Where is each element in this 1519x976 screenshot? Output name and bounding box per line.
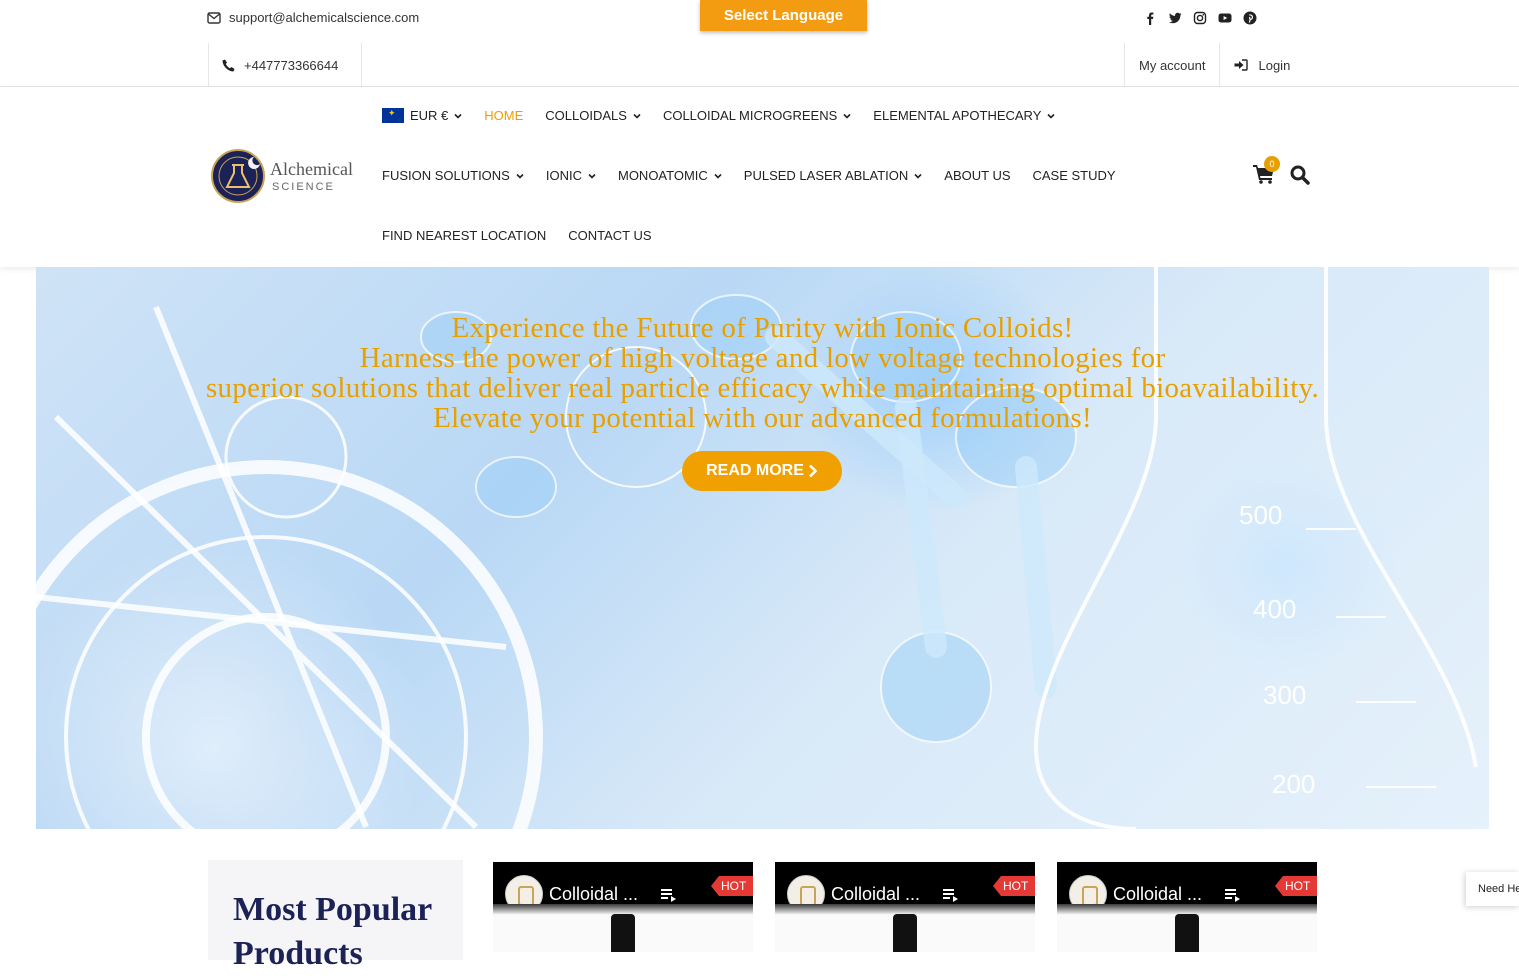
chevron-down-icon [633,113,641,119]
nav-about-us[interactable]: ABOUT US [944,168,1010,183]
logo-line2: SCIENCE [272,180,335,193]
nav-colloidals[interactable]: COLLOIDALS [545,108,641,123]
product-bottle-image [1175,914,1199,952]
sign-in-icon [1234,59,1249,71]
nav-label: COLLOIDALS [545,108,627,123]
social-links [1143,11,1257,25]
scale-label: 400 [1253,594,1297,624]
envelope-icon [207,11,221,24]
need-help-widget[interactable]: Need Help? [1466,872,1519,906]
playlist-icon [943,889,958,902]
search-icon [1290,165,1310,185]
video-title: Colloidal ... [831,884,921,904]
scale-label: 200 [1272,769,1316,799]
product-video-card[interactable]: Colloidal ... HOT [493,862,753,952]
nav-home[interactable]: HOME [484,108,523,123]
site-header: Alchemical SCIENCE EUR € HOME COLLOIDALS… [0,87,1519,267]
nav-pulsed-laser-ablation[interactable]: PULSED LASER ABLATION [744,168,923,183]
nav-case-study[interactable]: CASE STUDY [1033,168,1116,183]
chevron-right-icon [808,464,818,478]
hot-badge: HOT [711,876,753,896]
chevron-down-icon [588,173,596,179]
twitter-icon[interactable] [1168,11,1182,25]
nav-find-nearest-location[interactable]: FIND NEAREST LOCATION [382,228,546,243]
hot-badge: HOT [993,876,1035,896]
nav-label: MONOATOMIC [617,168,708,183]
playlist-icon [661,889,676,902]
chevron-down-icon [454,113,462,119]
logo-line1: Alchemical [270,158,353,179]
instagram-icon[interactable] [1193,11,1207,25]
section-heading: Most Popular Products [233,891,432,972]
video-title: Colloidal ... [549,884,639,904]
nav-label: IONIC [545,168,582,183]
eu-flag-icon [382,108,404,123]
youtube-icon[interactable] [1218,11,1232,25]
login-label: Login [1258,57,1291,73]
phone-text: +447773366644 [244,57,339,73]
most-popular-panel: Most Popular Products [208,860,463,972]
nav-colloidal-microgreens[interactable]: COLLOIDAL MICROGREENS [663,108,851,123]
nav-label: ABOUT US [944,168,1011,183]
main-nav-row-2: FUSION SOLUTIONS IONIC MONOATOMIC PULSED… [382,168,1138,183]
nav-ionic[interactable]: IONIC [546,168,596,183]
hero-headline: Experience the Future of Purity with Ion… [36,313,1489,433]
video-title: Colloidal ... [1113,884,1203,904]
nav-elemental-apothecary[interactable]: ELEMENTAL APOTHECARY [873,108,1055,123]
hero-banner: 500 400 300 200 Experience the Future of… [36,267,1489,829]
main-nav-row-3: FIND NEAREST LOCATION CONTACT US [382,228,674,243]
chevron-down-icon [914,173,922,179]
scale-label: 500 [1239,500,1283,530]
nav-monoatomic[interactable]: MONOATOMIC [618,168,722,183]
support-email-link[interactable]: support@alchemicalscience.com [207,10,419,25]
nav-label: HOME [484,108,524,123]
hero-line-1: Experience the Future of Purity with Ion… [451,312,1074,344]
chevron-down-icon [516,173,524,179]
nav-label: FIND NEAREST LOCATION [382,228,547,243]
top-bar: support@alchemicalscience.com +447773366… [0,0,1519,87]
login-link[interactable]: Login [1219,43,1306,87]
phone-link[interactable]: +447773366644 [208,43,362,87]
nav-label: CONTACT US [568,228,652,243]
nav-contact-us[interactable]: CONTACT US [568,228,651,243]
chevron-down-icon [714,173,722,179]
currency-switcher[interactable]: EUR € [382,108,462,123]
hero-line-2: Harness the power of high voltage and lo… [359,342,1166,374]
phone-icon [222,59,235,71]
nav-label: ELEMENTAL APOTHECARY [873,108,1042,123]
search-button[interactable] [1290,165,1310,190]
logo-wordmark: Alchemical SCIENCE [270,160,353,193]
logo-emblem-icon [211,149,265,203]
product-bottle-image [893,914,917,952]
scale-label: 300 [1263,680,1307,710]
hot-badge: HOT [1275,876,1317,896]
nav-fusion-solutions[interactable]: FUSION SOLUTIONS [382,168,524,183]
hero-line-4: Elevate your potential with our advanced… [433,402,1092,434]
read-more-button[interactable]: READ MORE [682,451,842,491]
product-bottle-image [611,914,635,952]
my-account-link[interactable]: My account [1124,43,1219,87]
nav-label: PULSED LASER ABLATION [743,168,909,183]
email-text: support@alchemicalscience.com [229,10,420,25]
cart-count-badge: 0 [1264,156,1280,172]
nav-label: CASE STUDY [1032,168,1116,183]
product-video-card[interactable]: Colloidal ... HOT [775,862,1035,952]
currency-label: EUR € [410,108,449,123]
nav-label: FUSION SOLUTIONS [382,168,510,183]
chevron-down-icon [843,113,851,119]
pinterest-icon[interactable] [1243,11,1257,25]
facebook-icon[interactable] [1143,11,1157,25]
product-video-card[interactable]: Colloidal ... HOT [1057,862,1317,952]
main-nav-row-1: EUR € HOME COLLOIDALS COLLOIDAL MICROGRE… [382,108,1077,123]
chevron-down-icon [1047,113,1055,119]
read-more-label: READ MORE [706,462,804,479]
account-links: My account Login [1124,43,1306,87]
hero-line-3: superior solutions that deliver real par… [205,372,1320,404]
select-language-button[interactable]: Select Language [700,0,867,31]
site-logo[interactable]: Alchemical SCIENCE [210,147,353,205]
nav-label: COLLOIDAL MICROGREENS [662,108,838,123]
playlist-icon [1225,889,1240,902]
